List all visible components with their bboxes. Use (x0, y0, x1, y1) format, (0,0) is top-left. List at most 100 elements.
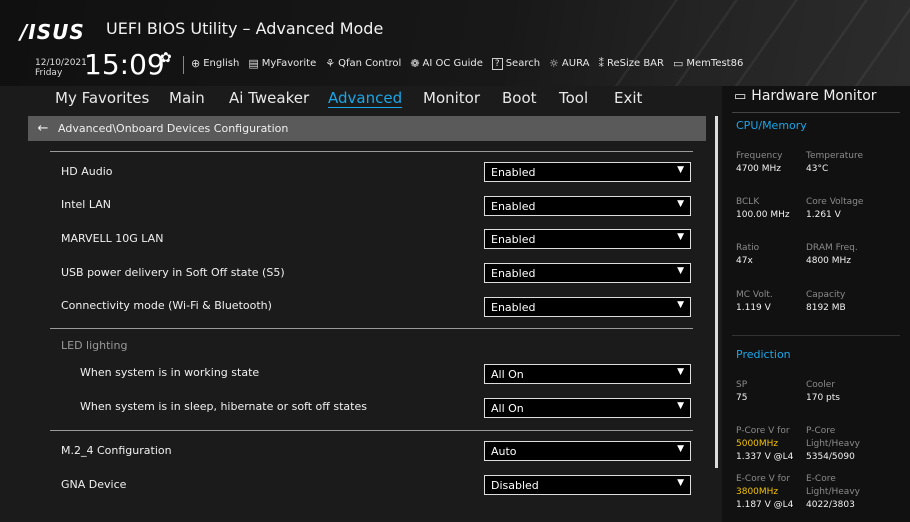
setting-label: Connectivity mode (Wi-Fi & Bluetooth) (61, 299, 272, 312)
bios-title: UEFI BIOS Utility – Advanced Mode (106, 19, 384, 38)
hw-core-voltage: Core Voltage 1.261 V (806, 197, 864, 220)
tab-tool[interactable]: Tool (559, 89, 588, 107)
tab-boot[interactable]: Boot (502, 89, 537, 107)
setting-label: GNA Device (61, 478, 127, 491)
tool-resize-bar[interactable]: ⁑ ReSize BAR (598, 57, 664, 70)
breadcrumb-path: Advanced\Onboard Devices Configuration (58, 122, 289, 135)
chevron-down-icon: ▼ (677, 478, 684, 488)
setting-label: M.2_4 Configuration (61, 444, 172, 457)
hw-pcore: P-Core Light/Heavy 5354/5090 (806, 426, 860, 462)
hw-ecore-v: E-Core V for 3800MHz 1.187 V @L4 (736, 474, 794, 510)
setting-label: When system is in working state (80, 366, 260, 379)
main-nav: My Favorites Main Ai Tweaker Advanced Mo… (0, 86, 720, 114)
tab-ai-tweaker[interactable]: Ai Tweaker (229, 89, 309, 107)
tool-aura[interactable]: ☼ AURA (549, 57, 589, 70)
tab-exit[interactable]: Exit (614, 89, 642, 107)
tool-english[interactable]: ⊕ English (191, 57, 239, 70)
setting-select-usb-power-s5[interactable]: Enabled ▼ (484, 263, 691, 283)
chevron-down-icon: ▼ (677, 367, 684, 377)
section-prediction: Prediction (736, 348, 791, 361)
select-value: Enabled (491, 199, 536, 213)
tab-my-favorites[interactable]: My Favorites (55, 89, 149, 107)
tool-label: AI OC Guide (422, 58, 483, 69)
hw-mc-volt: MC Volt. 1.119 V (736, 290, 773, 313)
setting-label: Intel LAN (61, 198, 111, 211)
setting-select-marvell-lan[interactable]: Enabled ▼ (484, 229, 691, 249)
select-value: Enabled (491, 165, 536, 179)
tool-label: MemTest86 (686, 58, 744, 69)
gear-icon[interactable]: ✿ (160, 50, 172, 66)
chevron-down-icon: ▼ (677, 266, 684, 276)
resize-bar-icon: ⁑ (598, 57, 604, 70)
hw-sp: SP 75 (736, 380, 748, 403)
setting-select-led-sleep[interactable]: All On ▼ (484, 398, 691, 418)
hw-bclk: BCLK 100.00 MHz (736, 197, 790, 220)
section-cpu-memory: CPU/Memory (736, 119, 807, 132)
chevron-down-icon: ▼ (677, 300, 684, 310)
setting-label: MARVELL 10G LAN (61, 232, 164, 245)
hw-title-text: Hardware Monitor (751, 88, 877, 104)
hw-temperature: Temperature 43°C (806, 151, 864, 174)
scrollbar[interactable] (715, 116, 718, 468)
tool-search[interactable]: ? Search (491, 57, 540, 70)
monitor-icon: ▭ (734, 88, 747, 104)
date-display: 12/10/2021 Friday (35, 58, 87, 78)
aura-icon: ☼ (549, 57, 559, 70)
asus-logo: /ISUS (20, 20, 85, 44)
select-value: Disabled (491, 478, 539, 492)
divider (50, 151, 693, 152)
hardware-monitor-title: ▭ Hardware Monitor (734, 88, 877, 104)
hw-ecore: E-Core Light/Heavy 4022/3803 (806, 474, 860, 510)
chevron-down-icon: ▼ (677, 232, 684, 242)
date-text: 12/10/2021 (35, 58, 87, 68)
setting-label: When system is in sleep, hibernate or so… (80, 400, 367, 413)
setting-label: HD Audio (61, 165, 113, 178)
setting-select-led-working[interactable]: All On ▼ (484, 364, 691, 384)
clock-time: 15:09 (84, 48, 165, 81)
select-value: All On (491, 401, 524, 415)
select-value: All On (491, 367, 524, 381)
select-value: Enabled (491, 300, 536, 314)
setting-select-intel-lan[interactable]: Enabled ▼ (484, 196, 691, 216)
tool-myfavorite[interactable]: ▤ MyFavorite (248, 57, 316, 70)
breadcrumb: ← Advanced\Onboard Devices Configuration (28, 116, 706, 141)
tool-label: English (203, 58, 240, 69)
tab-main[interactable]: Main (169, 89, 205, 107)
select-value: Enabled (491, 232, 536, 246)
hw-cooler: Cooler 170 pts (806, 380, 840, 403)
favorite-icon: ▤ (248, 57, 259, 70)
header-bar: /ISUS UEFI BIOS Utility – Advanced Mode … (0, 0, 910, 86)
fan-icon: ⚘ (325, 57, 336, 70)
divider (50, 430, 693, 431)
section-label-led-lighting: LED lighting (61, 339, 128, 352)
tool-memtest[interactable]: ▭ MemTest86 (673, 57, 743, 70)
setting-select-gna-device[interactable]: Disabled ▼ (484, 475, 691, 495)
chevron-down-icon: ▼ (677, 444, 684, 454)
tool-label: AURA (561, 58, 590, 69)
day-text: Friday (35, 68, 63, 78)
divider (50, 328, 693, 329)
tool-qfan[interactable]: ⚘ Qfan Control (325, 57, 401, 70)
tool-label: Qfan Control (338, 58, 402, 69)
hw-ratio: Ratio 47x (736, 243, 760, 266)
chevron-down-icon: ▼ (677, 199, 684, 209)
chevron-down-icon: ▼ (677, 165, 684, 175)
chevron-down-icon: ▼ (677, 401, 684, 411)
tool-ai-oc-guide[interactable]: ❁ AI OC Guide (410, 57, 483, 70)
tool-label: ReSize BAR (606, 58, 664, 69)
setting-select-connectivity-mode[interactable]: Enabled ▼ (484, 297, 691, 317)
hw-frequency: Frequency 4700 MHz (736, 151, 783, 174)
hw-pcore-v: P-Core V for 5000MHz 1.337 V @L4 (736, 426, 794, 462)
tab-advanced[interactable]: Advanced (328, 89, 402, 107)
hw-dram-freq: DRAM Freq. 4800 MHz (806, 243, 858, 266)
setting-label: USB power delivery in Soft Off state (S5… (61, 266, 285, 279)
divider (732, 335, 900, 336)
search-icon: ? (491, 57, 503, 70)
tab-monitor[interactable]: Monitor (423, 89, 480, 107)
setting-select-m2-4-config[interactable]: Auto ▼ (484, 441, 691, 461)
hardware-monitor-panel: ▭ Hardware Monitor CPU/Memory Frequency 4… (722, 86, 910, 522)
back-arrow-icon[interactable]: ← (28, 121, 58, 136)
select-value: Auto (491, 444, 517, 458)
setting-select-hd-audio[interactable]: Enabled ▼ (484, 162, 691, 182)
header-separator (183, 56, 184, 74)
